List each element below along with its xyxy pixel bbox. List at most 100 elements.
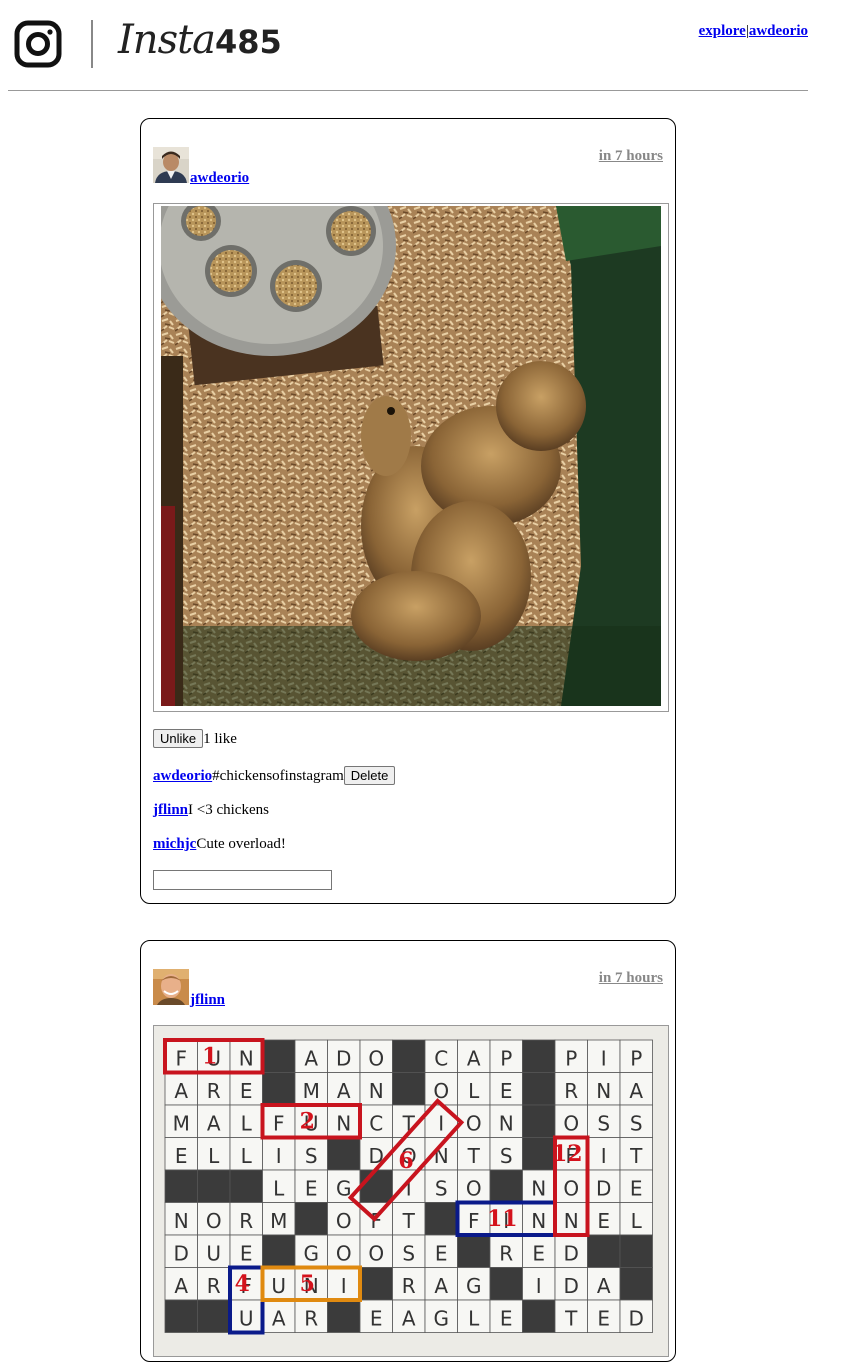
- crossword-black-cell: [262, 1039, 296, 1073]
- crossword-letter: O: [466, 1176, 482, 1200]
- crossword-letter: N: [239, 1046, 254, 1070]
- crossword-letter: D: [596, 1176, 611, 1200]
- crossword-letter: E: [532, 1241, 545, 1265]
- crossword-letter: T: [564, 1306, 578, 1330]
- comment-item: jflinnI <3 chickens: [153, 802, 269, 819]
- crossword-black-cell: [522, 1039, 556, 1073]
- crossword-letter: I: [341, 1274, 347, 1298]
- instagram-icon: [14, 20, 62, 68]
- unlike-button[interactable]: Unlike: [153, 729, 204, 748]
- crossword-black-cell: [619, 1234, 653, 1268]
- crossword-letter: A: [434, 1274, 448, 1298]
- crossword-letter: I: [438, 1111, 444, 1135]
- crossword-letter: R: [402, 1274, 416, 1298]
- crossword-black-cell: [262, 1072, 296, 1106]
- crossword-black-cell: [489, 1267, 523, 1301]
- comment-owner-link[interactable]: michjc: [153, 836, 196, 852]
- user-profile-link[interactable]: awdeorio: [749, 23, 808, 39]
- crossword-letter: A: [402, 1306, 416, 1330]
- brand-name: Insta: [118, 17, 216, 63]
- crossword-letter: A: [304, 1046, 318, 1070]
- explore-link[interactable]: explore: [699, 23, 746, 39]
- crossword-letter: D: [564, 1274, 579, 1298]
- crossword-letter: G: [434, 1306, 450, 1330]
- crossword-letter: R: [207, 1079, 221, 1103]
- crossword-letter: R: [207, 1274, 221, 1298]
- crossword-letter: E: [435, 1241, 448, 1265]
- crossword-letter: S: [597, 1111, 610, 1135]
- post-image[interactable]: [153, 203, 669, 712]
- crossword-letter: I: [276, 1144, 282, 1168]
- crossword-letter: E: [240, 1241, 253, 1265]
- crossword-letter: O: [206, 1209, 222, 1233]
- crossword-letter: P: [565, 1046, 577, 1070]
- delete-comment-button[interactable]: Delete: [343, 766, 396, 785]
- crossword-black-cell: [522, 1072, 556, 1106]
- crossword-letter: E: [305, 1176, 318, 1200]
- crossword-marker: 11: [487, 1206, 518, 1232]
- crossword-letter: N: [336, 1111, 351, 1135]
- crossword-black-cell: [392, 1039, 426, 1073]
- crossword-letter: G: [304, 1241, 320, 1265]
- crossword-black-cell: [197, 1169, 231, 1203]
- crossword-black-cell: [522, 1299, 556, 1333]
- crossword-marker: 5: [300, 1271, 315, 1297]
- crossword-black-cell: [197, 1299, 231, 1333]
- crossword-black-cell: [359, 1267, 393, 1301]
- crossword-letter: R: [239, 1209, 253, 1233]
- avatar[interactable]: [153, 147, 189, 183]
- comment-owner-link[interactable]: awdeorio: [153, 768, 212, 784]
- crossword-black-cell: [294, 1202, 328, 1236]
- crossword-letter: A: [337, 1079, 351, 1103]
- avatar[interactable]: [153, 969, 189, 1005]
- crossword-letter: A: [207, 1111, 221, 1135]
- crossword-black-cell: [424, 1202, 458, 1236]
- post-owner-link[interactable]: awdeorio: [190, 170, 249, 187]
- comment-text: I <3 chickens: [188, 802, 269, 818]
- crossword-letter: N: [531, 1209, 546, 1233]
- crossword-letter: L: [241, 1144, 253, 1168]
- crossword-letter: R: [499, 1241, 513, 1265]
- crossword-black-cell: [164, 1299, 198, 1333]
- crossword-letter: O: [563, 1111, 579, 1135]
- post-owner-link[interactable]: jflinn: [190, 992, 225, 1009]
- crossword-black-cell: [489, 1169, 523, 1203]
- crossword-letter: O: [368, 1241, 384, 1265]
- crossword-black-cell: [229, 1169, 263, 1203]
- crossword-black-cell: [522, 1104, 556, 1138]
- comment-input[interactable]: [153, 870, 332, 890]
- crossword-letter: F: [273, 1111, 285, 1135]
- crossword-letter: C: [434, 1046, 448, 1070]
- crossword-marker: 2: [300, 1108, 315, 1134]
- crossword-black-cell: [619, 1267, 653, 1301]
- crossword-black-cell: [522, 1137, 556, 1171]
- crossword-black-cell: [327, 1137, 361, 1171]
- crossword-letter: U: [271, 1274, 286, 1298]
- header: Insta485 explore|awdeorio: [0, 0, 843, 92]
- crossword-letter: L: [631, 1209, 643, 1233]
- crossword-letter: O: [336, 1209, 352, 1233]
- crossword-letter: L: [468, 1079, 480, 1103]
- crossword-black-cell: [392, 1072, 426, 1106]
- crossword-letter: L: [468, 1306, 480, 1330]
- post-timestamp-link[interactable]: in 7 hours: [599, 148, 663, 165]
- crossword-letter: N: [369, 1079, 384, 1103]
- crossword-letter: F: [468, 1209, 480, 1233]
- crossword-letter: S: [435, 1176, 448, 1200]
- crossword-letter: R: [304, 1306, 318, 1330]
- crossword-letter: U: [239, 1306, 254, 1330]
- crossword-letter: F: [175, 1046, 187, 1070]
- post-timestamp-link[interactable]: in 7 hours: [599, 970, 663, 987]
- crossword-letter: E: [500, 1079, 513, 1103]
- crossword-letter: E: [500, 1306, 513, 1330]
- brand-number: 485: [215, 23, 282, 61]
- crossword-letter: N: [174, 1209, 189, 1233]
- crossword-marker: 4: [235, 1271, 250, 1297]
- post-image[interactable]: FUNADOCAPPIPAREMANOLERNAMALFUNCTIONOSSEL…: [153, 1025, 669, 1357]
- header-divider: [8, 90, 808, 91]
- crossword-letter: O: [466, 1111, 482, 1135]
- brand-logo[interactable]: Insta485: [118, 16, 282, 63]
- crossword-marker: 6: [398, 1148, 413, 1174]
- comment-owner-link[interactable]: jflinn: [153, 802, 188, 818]
- post-card: jflinn in 7 hours FUNADOCAPPIPAREMANOLER…: [140, 940, 676, 1362]
